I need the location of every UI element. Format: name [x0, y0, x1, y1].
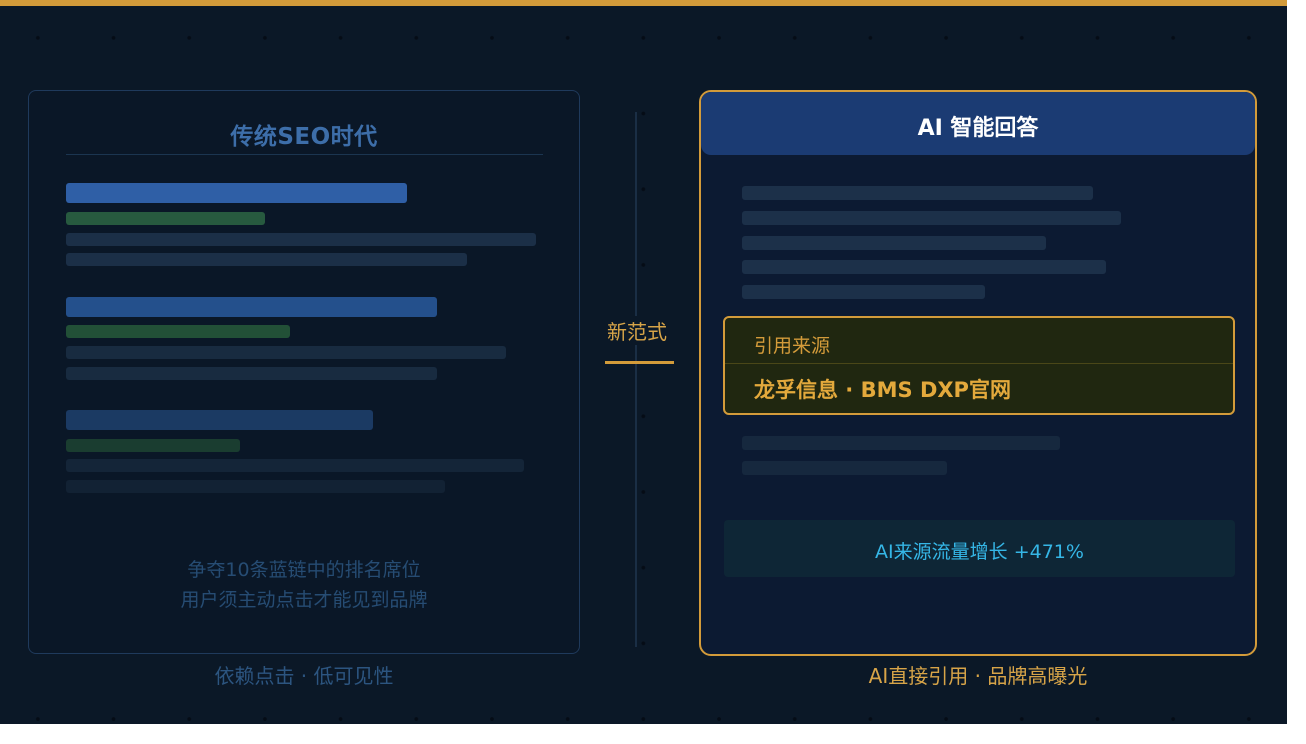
- result-3-link-bar: [66, 410, 373, 430]
- ai-answer-title: AI 智能回答: [917, 116, 1039, 141]
- answer-text-line-1: [742, 186, 1093, 200]
- answer-text-line-3: [742, 236, 1046, 250]
- citation-source: 龙孚信息 · BMS DXP官网: [754, 378, 1011, 402]
- citation-label: 引用来源: [754, 335, 831, 357]
- ai-answer-footer: AI直接引用 · 品牌高曝光: [868, 664, 1088, 688]
- answer-text-line-6: [742, 436, 1060, 450]
- answer-text-line-2: [742, 211, 1121, 225]
- top-accent-bar: [0, 0, 1287, 6]
- citation-divider: [725, 363, 1233, 364]
- result-3-snippet-line-2: [66, 480, 445, 493]
- ai-answer-header: AI 智能回答: [701, 92, 1255, 155]
- answer-text-line-4: [742, 260, 1106, 274]
- paradigm-label: 新范式: [592, 316, 682, 345]
- result-2-snippet-line-2: [66, 367, 437, 380]
- result-1-snippet-line-1: [66, 233, 536, 246]
- answer-text-line-7: [742, 461, 947, 475]
- result-1-url-bar: [66, 212, 265, 225]
- result-3-url-bar: [66, 439, 240, 452]
- result-1-snippet-line-2: [66, 253, 467, 266]
- traffic-growth-text: AI来源流量增长 +471%: [875, 541, 1084, 563]
- result-3-snippet-line-1: [66, 459, 524, 472]
- citation-box: 引用来源 龙孚信息 · BMS DXP官网: [723, 316, 1235, 415]
- title-divider: [66, 154, 543, 155]
- paradigm-underline: [605, 361, 674, 364]
- traffic-growth-box: AI来源流量增长 +471%: [724, 520, 1235, 577]
- traditional-seo-title: 传统SEO时代: [230, 124, 378, 150]
- answer-text-line-5: [742, 285, 985, 299]
- ai-answer-panel: AI 智能回答 引用来源 龙孚信息 · BMS DXP官网 AI来源流量增长 +…: [699, 90, 1257, 656]
- center-divider-line: [635, 112, 637, 647]
- traditional-seo-panel: 传统SEO时代 争夺10条蓝链中的排名席位 用户须主动点击才能见到品牌: [28, 90, 580, 654]
- traditional-seo-caption-line-1: 争夺10条蓝链中的排名席位: [187, 559, 421, 581]
- result-2-snippet-line-1: [66, 346, 506, 359]
- result-2-link-bar: [66, 297, 437, 317]
- traditional-seo-footer: 依赖点击 · 低可见性: [214, 664, 394, 688]
- traditional-seo-caption-line-2: 用户须主动点击才能见到品牌: [180, 589, 428, 611]
- result-1-link-bar: [66, 183, 407, 203]
- comparison-diagram: 传统SEO时代 争夺10条蓝链中的排名席位 用户须主动点击才能见到品牌 依赖点击…: [0, 0, 1287, 724]
- result-2-url-bar: [66, 325, 290, 338]
